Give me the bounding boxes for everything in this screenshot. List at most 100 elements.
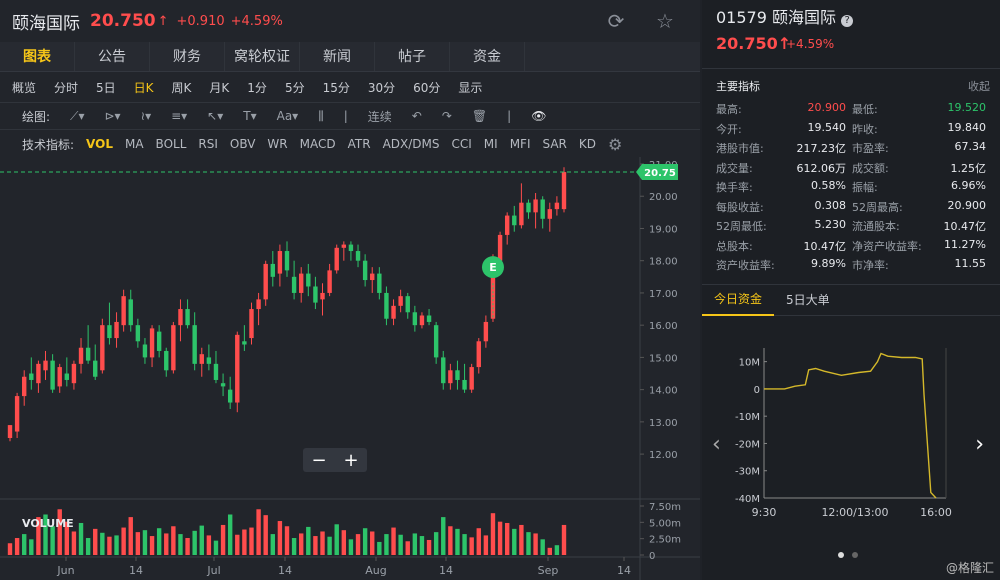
period-intraday[interactable]: 分时 <box>54 79 78 96</box>
font-size-icon[interactable]: Aa▾ <box>277 109 299 123</box>
volume-bar <box>299 533 304 555</box>
candle-body <box>206 357 212 364</box>
candle-body <box>171 325 176 371</box>
collapse-button[interactable]: 收起 <box>968 78 990 94</box>
metric-right-7: 净资产收益率: 11.27% <box>852 238 986 253</box>
indicator-cci[interactable]: CCI <box>452 137 472 151</box>
indicator-vol[interactable]: VOL <box>86 137 113 151</box>
candlestick-chart[interactable]: 21.0020.0019.0018.0017.0016.0015.0014.00… <box>0 157 700 580</box>
channel-tool-icon[interactable]: ⊳▾ <box>104 109 120 123</box>
redo-icon[interactable]: ↷ <box>442 109 452 123</box>
zoom-out-button[interactable]: − <box>311 450 326 471</box>
x-tick-label: Jun <box>56 564 74 577</box>
period-weekly-k[interactable]: 周K <box>172 79 192 96</box>
volume-bar <box>50 526 55 555</box>
tab-chart[interactable]: 图表 <box>0 42 75 71</box>
metric-left-2: 港股市值: 217.23亿 <box>716 140 846 155</box>
period-overview[interactable]: 概览 <box>12 79 36 96</box>
star-icon[interactable]: ☆ <box>653 10 677 32</box>
volume-bar <box>291 538 297 555</box>
candle-body <box>256 299 261 310</box>
indicator-adx[interactable]: ADX/DMS <box>383 137 440 151</box>
candle-body <box>299 273 304 293</box>
period-30min[interactable]: 30分 <box>368 79 395 96</box>
x-tick-label: Sep <box>538 564 559 577</box>
prev-arrow-icon[interactable]: ‹ <box>712 432 721 457</box>
indicator-rsi[interactable]: RSI <box>198 137 218 151</box>
tab-warrants[interactable]: 窝轮权证 <box>225 42 300 71</box>
flow-y-label: -40M <box>735 494 760 505</box>
arrow-tool-icon[interactable]: ↖▾ <box>207 109 223 123</box>
metric-left-7: 总股本: 10.47亿 <box>716 238 846 253</box>
period-15min[interactable]: 15分 <box>323 79 350 96</box>
line-tool-icon[interactable]: ⟋▾ <box>70 109 84 124</box>
next-arrow-icon[interactable]: › <box>975 432 984 457</box>
indicator-wr[interactable]: WR <box>267 137 287 151</box>
fib-tool-icon[interactable]: ≡▾ <box>171 109 187 123</box>
indicator-sar[interactable]: SAR <box>543 137 567 151</box>
pager-dot-2[interactable] <box>852 552 858 558</box>
pager-dot-1[interactable] <box>838 552 844 558</box>
metric-label: 港股市值: <box>716 142 764 155</box>
candle-body <box>405 296 410 313</box>
volume-bar <box>412 533 418 555</box>
flow-y-label: -20M <box>735 439 760 450</box>
candle-body <box>526 202 531 213</box>
y-tick-label: 15.00 <box>649 353 678 364</box>
indicator-macd[interactable]: MACD <box>300 137 336 151</box>
undo-icon[interactable]: ↶ <box>412 109 422 123</box>
metric-label: 52周最高: <box>852 200 903 214</box>
indicator-ma[interactable]: MA <box>125 137 144 151</box>
refresh-icon[interactable]: ⟳ <box>604 10 628 32</box>
tab-announcements[interactable]: 公告 <box>75 42 150 71</box>
candle-body <box>220 383 226 387</box>
candle-body <box>306 273 311 287</box>
period-1min[interactable]: 1分 <box>247 79 267 96</box>
tab-capital[interactable]: 资金 <box>450 42 525 71</box>
current-price-label: 20.75 <box>644 168 676 179</box>
tab-today-capital[interactable]: 今日资金 <box>702 284 775 316</box>
candle-body <box>227 389 233 403</box>
display-dropdown[interactable]: 显示 <box>458 79 482 96</box>
metric-label: 每股收益: <box>716 200 764 214</box>
volume-bar <box>391 527 396 555</box>
period-monthly-k[interactable]: 月K <box>209 79 229 96</box>
volume-bar <box>320 531 325 555</box>
period-5day[interactable]: 5日 <box>96 79 116 96</box>
trash-icon[interactable]: 🗑 <box>472 109 487 123</box>
help-icon[interactable]: ? <box>841 15 854 27</box>
indicator-boll[interactable]: BOLL <box>156 137 187 151</box>
settings-gear-icon[interactable]: ⚙ <box>608 135 622 154</box>
flow-x-label: 16:00 <box>920 506 952 519</box>
volume-bar <box>433 532 439 555</box>
text-tool-icon[interactable]: T▾ <box>243 109 256 123</box>
period-daily-k[interactable]: 日K <box>134 79 154 96</box>
tab-5day-block[interactable]: 5日大单 <box>774 285 842 315</box>
volume-bar <box>220 524 226 555</box>
volume-bar <box>441 517 446 555</box>
continuous-button[interactable]: 连续 <box>368 108 392 125</box>
x-tick-label: 14 <box>617 564 631 577</box>
tab-posts[interactable]: 帖子 <box>375 42 450 71</box>
indicator-mfi[interactable]: MFI <box>510 137 531 151</box>
metric-value: 67.34 <box>954 140 987 153</box>
volume-bar <box>348 539 354 555</box>
volume-bar <box>29 539 34 555</box>
indicator-obv[interactable]: OBV <box>230 137 256 151</box>
indicator-mi[interactable]: MI <box>484 137 498 151</box>
volume-tick-label: 2.50m <box>649 535 681 546</box>
candle-body <box>455 370 460 380</box>
zoom-in-button[interactable]: + <box>343 450 358 471</box>
eye-icon[interactable]: 👁 <box>531 109 546 123</box>
period-5min[interactable]: 5分 <box>285 79 305 96</box>
tab-news[interactable]: 新闻 <box>300 42 375 71</box>
metric-value: 19.840 <box>947 120 987 134</box>
flow-y-label: 0 <box>754 385 760 396</box>
indicator-kd[interactable]: KD <box>579 137 596 151</box>
tab-financials[interactable]: 财务 <box>150 42 225 71</box>
indicator-atr[interactable]: ATR <box>348 137 371 151</box>
measure-icon[interactable]: ⫼ <box>318 109 324 124</box>
metric-label: 成交额: <box>852 161 889 175</box>
wave-tool-icon[interactable]: ≀▾ <box>141 109 152 123</box>
period-60min[interactable]: 60分 <box>413 79 440 96</box>
